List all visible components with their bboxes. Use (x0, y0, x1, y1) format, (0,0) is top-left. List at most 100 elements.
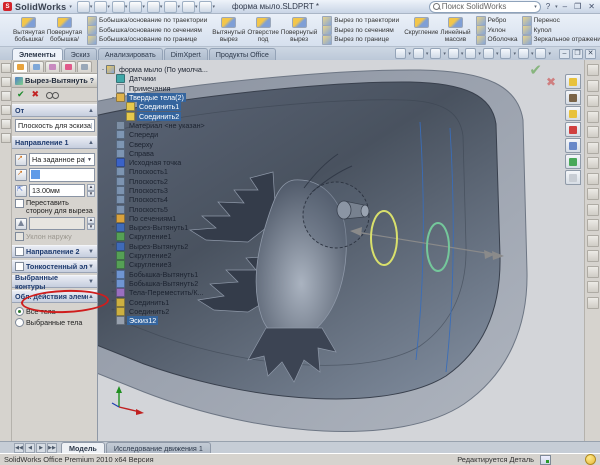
display-style-icon[interactable] (483, 48, 494, 59)
tree-item[interactable]: Спереди (100, 130, 218, 139)
tree-item[interactable]: +Бобышка-Вытянуть1 (100, 270, 218, 279)
tab-Эскиз[interactable]: Эскиз (64, 48, 97, 60)
flip-side-checkbox[interactable] (15, 199, 24, 208)
left-tool-icon[interactable] (1, 77, 11, 87)
command-button[interactable]: Повернутая бобышка/основание (46, 15, 83, 45)
tab-Элементы[interactable]: Элементы (12, 48, 63, 60)
tab-scroll-button[interactable]: ▶ (36, 443, 46, 453)
command-button[interactable]: Зеркальное отражение (522, 35, 600, 44)
tree-item[interactable]: Соединить1 (100, 102, 218, 111)
chevron-down-icon[interactable]: ▾ (548, 51, 551, 57)
command-button[interactable]: Перенос (522, 16, 600, 25)
tree-item[interactable]: +Соединить1 (100, 297, 218, 306)
tab-scroll-button[interactable]: ▶▶ (47, 443, 57, 453)
tool-icon[interactable] (587, 126, 599, 138)
palette-tab-icon[interactable] (565, 138, 581, 153)
command-button[interactable]: Повернутый вырез (280, 15, 318, 45)
assistant-icon[interactable] (585, 454, 596, 465)
reverse-direction-button[interactable] (15, 154, 27, 166)
doc-minimize-button[interactable]: – (559, 49, 570, 59)
depth-input[interactable]: 13.00мм (29, 184, 85, 197)
command-button[interactable]: Вырез по границе (322, 35, 399, 44)
command-button[interactable]: Оболочка (476, 35, 518, 44)
tree-item[interactable]: Справа (100, 149, 218, 158)
zoom-area-icon[interactable] (413, 48, 424, 59)
quick-tips-icon[interactable] (540, 455, 551, 465)
chevron-down-icon[interactable]: ▾ (513, 51, 516, 57)
tree-item[interactable]: +По сечениям1 (100, 214, 218, 223)
selected-bodies-radio[interactable] (15, 318, 24, 327)
tree-item[interactable]: -Твердые тела(2) (100, 93, 218, 102)
appearance-icon[interactable] (518, 48, 529, 59)
tool-icon[interactable] (587, 219, 599, 231)
search-box[interactable]: Поиск SolidWorks ▾ (429, 1, 541, 13)
tree-item[interactable]: Материал <не указан> (100, 121, 218, 130)
confirm-ok-icon[interactable]: ✔ (529, 64, 542, 77)
scene-icon[interactable] (535, 48, 546, 59)
left-tool-icon[interactable] (1, 133, 11, 143)
save-icon[interactable] (112, 1, 125, 13)
feature-scope-header[interactable]: Обл. действия элемента ▲ (12, 290, 97, 303)
tab-scroll-button[interactable]: ◀ (25, 443, 35, 453)
tree-item[interactable]: Эскиз12 (100, 316, 218, 325)
command-button[interactable]: Вытянутый вырез (211, 15, 246, 45)
direction-reference-box[interactable] (29, 168, 95, 182)
direction1-header[interactable]: Направление 1 ▲ (12, 136, 97, 149)
new-icon[interactable] (77, 1, 90, 13)
command-button[interactable]: Вырез по сечениям (322, 26, 399, 35)
undo-icon[interactable] (147, 1, 160, 13)
configurationmanager-tab-icon[interactable] (29, 61, 44, 72)
tool-icon[interactable] (587, 281, 599, 293)
pm-help-button[interactable]: ? (90, 76, 94, 85)
tool-icon[interactable] (587, 64, 599, 76)
restore-button[interactable]: ❐ (572, 2, 583, 11)
chevron-down-icon[interactable]: ▾ (443, 51, 446, 57)
chevron-down-icon[interactable]: ▾ (531, 51, 534, 57)
rebuild-icon[interactable] (164, 1, 177, 13)
tool-icon[interactable] (587, 142, 599, 154)
help-caret-icon[interactable]: ▾ (555, 4, 558, 10)
command-button[interactable]: Ребро (476, 16, 518, 25)
tree-item[interactable]: +Соединить2 (100, 307, 218, 316)
displaymanager-tab-icon[interactable] (61, 61, 76, 72)
direction2-checkbox[interactable] (15, 247, 24, 256)
all-bodies-radio[interactable] (15, 307, 24, 316)
tree-item[interactable]: Примечания (100, 84, 218, 93)
chevron-down-icon[interactable]: ▾ (478, 51, 481, 57)
tab-Анализировать[interactable]: Анализировать (98, 48, 163, 60)
selected-contours-header[interactable]: Выбранные контуры ▼ (12, 275, 97, 288)
chevron-down-icon[interactable]: ▾ (142, 4, 145, 10)
tool-icon[interactable] (587, 235, 599, 247)
tab-Модель[interactable]: Модель (61, 442, 105, 454)
tree-item[interactable]: Сверху (100, 139, 218, 148)
design-library-tab-icon[interactable] (565, 90, 581, 105)
tree-item[interactable]: Скругление2 (100, 251, 218, 260)
left-tool-icon[interactable] (1, 119, 11, 129)
minimize-button[interactable]: – (561, 2, 569, 11)
tree-item[interactable]: +Вырез-Вытянуть2 (100, 242, 218, 251)
tree-item[interactable]: +Бобышка-Вытянуть2 (100, 279, 218, 288)
tree-item[interactable]: Соединить2 (100, 111, 218, 120)
options-icon[interactable] (182, 1, 195, 13)
thin-feature-checkbox[interactable] (15, 262, 24, 271)
tab-scroll-button[interactable]: ◀◀ (14, 443, 24, 453)
left-tool-icon[interactable] (1, 105, 11, 115)
zoom-fit-icon[interactable] (395, 48, 406, 59)
tab-DimXpert[interactable]: DimXpert (164, 48, 208, 60)
tree-item[interactable]: +Тела-Переместить/К... (100, 288, 218, 297)
thin-feature-header[interactable]: Тонкостенный элемент ▼ (12, 260, 97, 273)
section-view-icon[interactable] (448, 48, 459, 59)
chevron-down-icon[interactable]: ▾ (90, 4, 93, 10)
doc-close-button[interactable]: ✕ (585, 49, 596, 59)
tool-icon[interactable] (587, 297, 599, 309)
command-button[interactable]: Бобышка/основание по границе (87, 35, 207, 44)
appearances-tab-icon[interactable] (77, 61, 92, 72)
command-button[interactable]: Бобышка/основание по сечениям (87, 26, 207, 35)
help-button[interactable]: ? (544, 2, 552, 11)
tool-icon[interactable] (587, 250, 599, 262)
command-button[interactable]: Уклон (476, 26, 518, 35)
chevron-down-icon[interactable]: ▾ (125, 4, 128, 10)
left-tool-icon[interactable] (1, 63, 11, 73)
tree-item[interactable]: +Вырез-Вытянуть1 (100, 223, 218, 232)
draft-button[interactable] (15, 218, 27, 230)
